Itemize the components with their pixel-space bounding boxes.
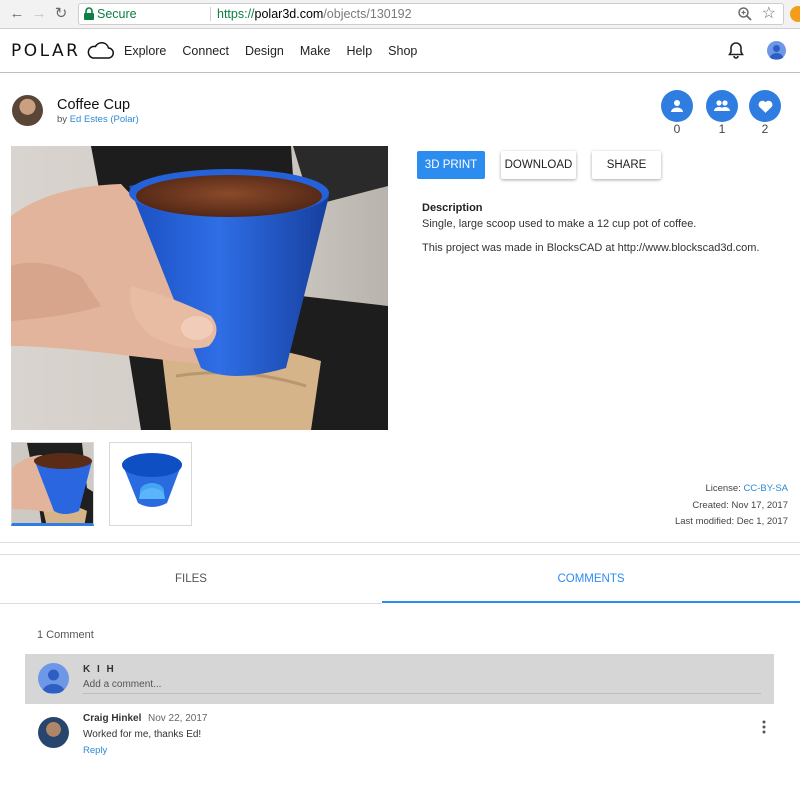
license-info: License: CC-BY-SA bbox=[705, 483, 788, 494]
comment-text: Worked for me, thanks Ed! bbox=[83, 729, 202, 740]
forward-arrow-icon[interactable]: → bbox=[30, 5, 48, 23]
lock-icon bbox=[84, 7, 94, 20]
reply-link[interactable]: Reply bbox=[83, 745, 107, 756]
nav-design[interactable]: Design bbox=[245, 44, 284, 58]
current-user-name: K I H bbox=[83, 664, 116, 675]
download-button[interactable]: DOWNLOAD bbox=[501, 151, 576, 179]
stat-count: 2 bbox=[761, 122, 769, 136]
license-label: License: bbox=[705, 483, 741, 494]
extension-icon[interactable] bbox=[790, 6, 800, 22]
section-divider bbox=[0, 542, 800, 543]
share-button[interactable]: SHARE bbox=[592, 151, 661, 179]
heart-icon bbox=[749, 90, 781, 122]
more-vert-icon[interactable] bbox=[759, 720, 769, 734]
stat-likes[interactable]: 2 bbox=[749, 90, 781, 136]
main-nav: Explore Connect Design Make Help Shop bbox=[124, 29, 433, 73]
browser-toolbar: ← → ↻ Secure https://polar3d.com/objects… bbox=[0, 0, 800, 29]
comment-count: 1 Comment bbox=[37, 629, 94, 641]
tab-files[interactable]: FILES bbox=[0, 555, 382, 603]
zoom-icon[interactable] bbox=[737, 6, 753, 22]
person-icon bbox=[661, 90, 693, 122]
nav-make[interactable]: Make bbox=[300, 44, 331, 58]
cloud-icon bbox=[88, 42, 115, 59]
nav-shop[interactable]: Shop bbox=[388, 44, 417, 58]
author-link[interactable]: Ed Estes (Polar) bbox=[70, 114, 139, 125]
nav-help[interactable]: Help bbox=[346, 44, 372, 58]
secure-label: Secure bbox=[97, 7, 137, 21]
stat-count: 0 bbox=[673, 122, 681, 136]
project-title: Coffee Cup bbox=[57, 97, 131, 113]
tab-comments[interactable]: COMMENTS bbox=[382, 555, 800, 603]
nav-explore[interactable]: Explore bbox=[124, 44, 166, 58]
description-text: This project was made in BlocksCAD at ht… bbox=[422, 242, 760, 254]
tab-divider bbox=[0, 603, 382, 604]
stat-groups[interactable]: 1 bbox=[706, 90, 738, 136]
reload-icon[interactable]: ↻ bbox=[52, 5, 70, 23]
url-scheme: https:// bbox=[217, 7, 255, 21]
description-heading: Description bbox=[422, 202, 483, 214]
current-user-avatar-icon bbox=[38, 663, 69, 694]
url-domain: polar3d.com bbox=[254, 7, 324, 21]
owner-avatar[interactable] bbox=[12, 95, 43, 126]
logo-text: POLAR bbox=[11, 41, 81, 61]
notification-bell-icon[interactable] bbox=[728, 41, 744, 59]
comment-author[interactable]: Craig Hinkel bbox=[83, 713, 141, 724]
nav-connect[interactable]: Connect bbox=[182, 44, 229, 58]
people-icon bbox=[706, 90, 738, 122]
main-project-image[interactable] bbox=[11, 146, 388, 430]
site-header: POLAR Explore Connect Design Make Help S… bbox=[0, 29, 800, 73]
commenter-avatar[interactable] bbox=[38, 717, 69, 748]
thumbnail-photo[interactable] bbox=[11, 442, 94, 526]
bookmark-star-icon[interactable]: ☆ bbox=[762, 4, 776, 24]
description-text: Single, large scoop used to make a 12 cu… bbox=[422, 218, 697, 230]
comment-input[interactable] bbox=[83, 676, 761, 694]
url-divider bbox=[210, 7, 211, 21]
license-link[interactable]: CC-BY-SA bbox=[743, 483, 788, 494]
stat-followers[interactable]: 0 bbox=[661, 90, 693, 136]
url-path: /objects/130192 bbox=[323, 7, 412, 21]
address-bar[interactable]: Secure https://polar3d.com/objects/13019… bbox=[78, 3, 784, 25]
byline-prefix: by bbox=[57, 114, 68, 125]
byline: by Ed Estes (Polar) bbox=[57, 114, 139, 125]
comment-compose: K I H bbox=[25, 654, 774, 704]
stat-count: 1 bbox=[718, 122, 726, 136]
thumbnail-model-render[interactable] bbox=[109, 442, 192, 526]
polar-logo[interactable]: POLAR bbox=[11, 40, 115, 62]
account-avatar-icon[interactable] bbox=[767, 41, 786, 60]
created-date: Created: Nov 17, 2017 bbox=[692, 500, 788, 511]
3d-print-button[interactable]: 3D PRINT bbox=[417, 151, 485, 179]
comment-date: Nov 22, 2017 bbox=[148, 713, 208, 724]
back-arrow-icon[interactable]: ← bbox=[8, 5, 26, 23]
url-text[interactable]: https://polar3d.com/objects/130192 bbox=[217, 4, 412, 24]
modified-date: Last modified: Dec 1, 2017 bbox=[674, 516, 788, 527]
